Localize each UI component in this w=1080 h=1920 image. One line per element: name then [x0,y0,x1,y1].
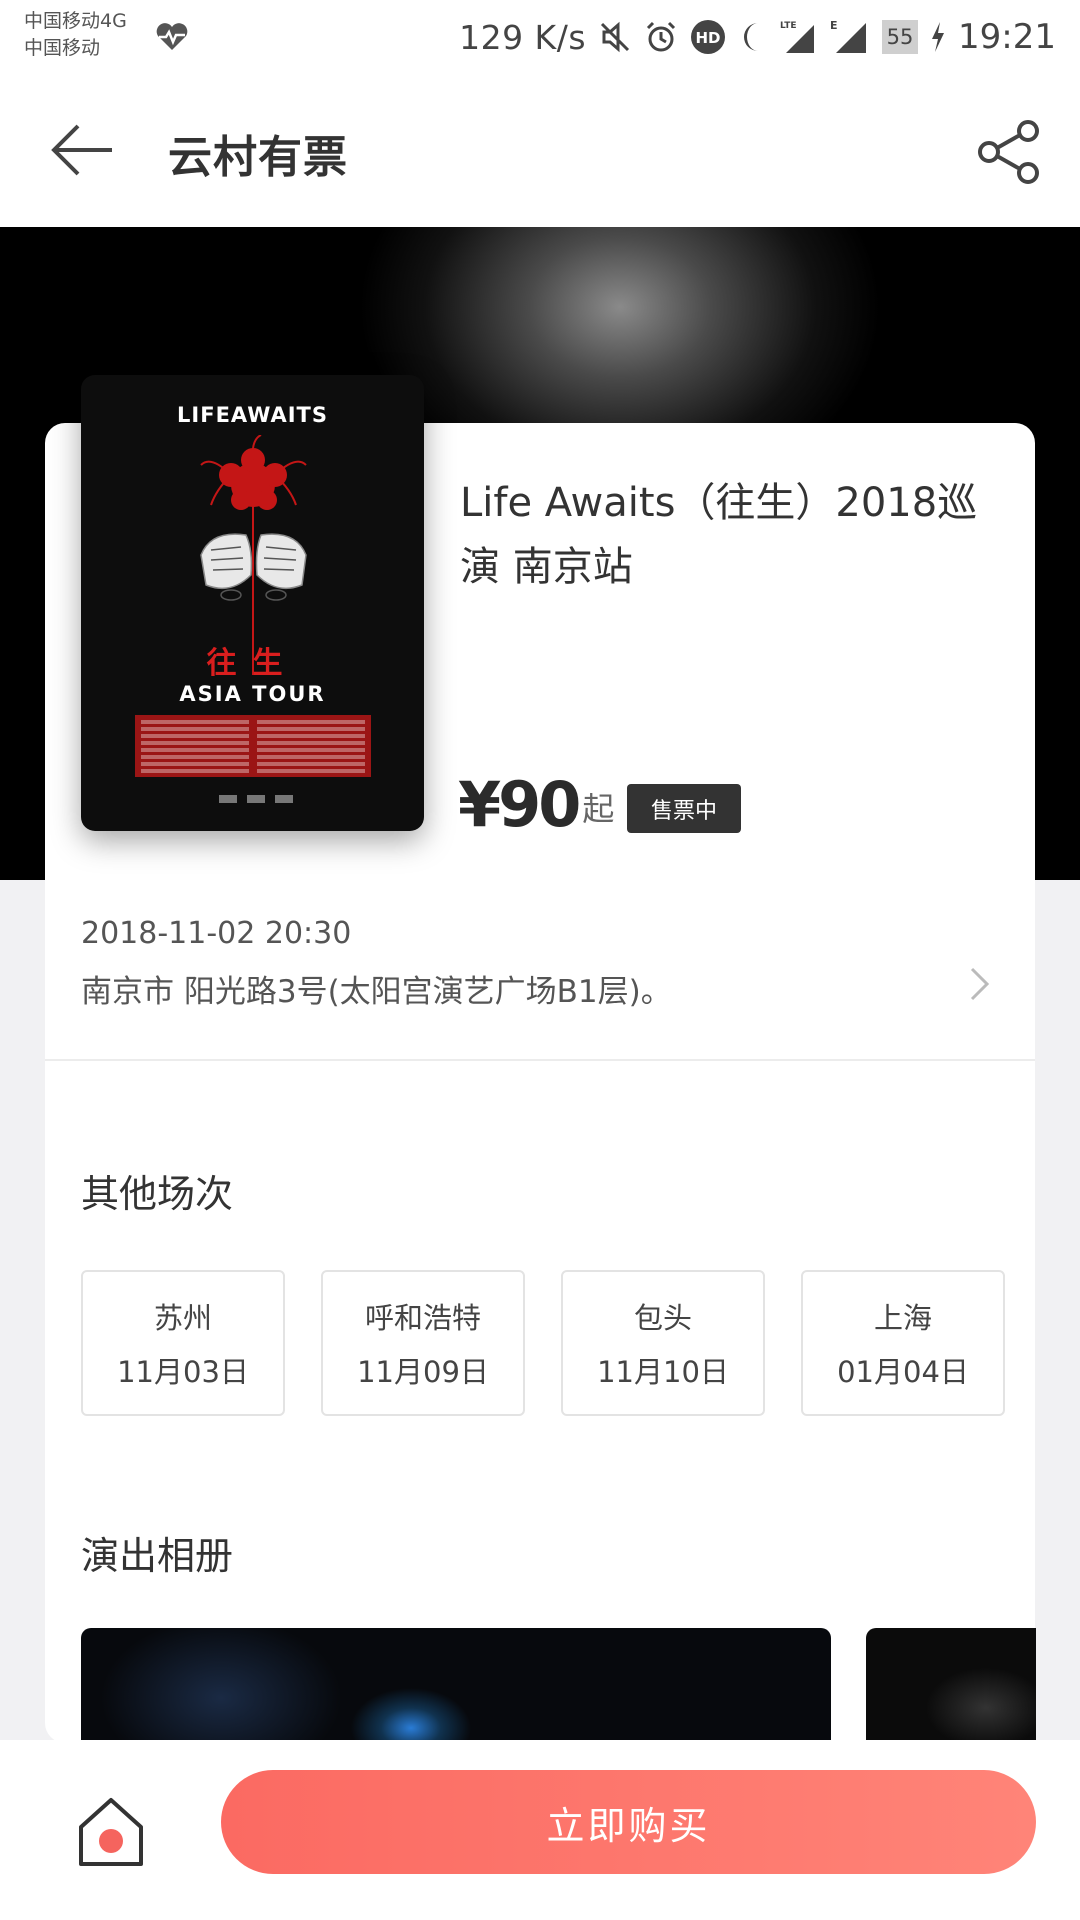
poster-sponsor-logos [201,795,311,805]
share-icon[interactable] [976,119,1042,185]
heart-pulse-icon [156,23,188,50]
session-date: 01月04日 [837,1355,969,1389]
poster-tour-dates [135,715,371,777]
session-date: 11月09日 [357,1355,489,1389]
moon-icon [744,23,759,51]
mute-icon [600,21,630,53]
bottom-bar: 立即购买 [0,1740,1080,1920]
carrier-info: 中国移动4G 中国移动 [24,8,127,62]
app-header: 云村有票 [0,75,1080,227]
album-title: 演出相册 [81,1534,234,1578]
session-date: 11月03日 [117,1355,249,1389]
charging-icon [932,22,945,52]
session-city: 上海 [873,1301,932,1335]
status-badge: 售票中 [627,784,741,833]
session-item[interactable]: 呼和浩特 11月09日 [321,1270,525,1416]
event-poster[interactable]: LIFEAWAITS 往生 ASIA TOUR [81,375,424,831]
price-block: ¥90 起 [458,770,614,840]
home-icon[interactable] [78,1797,144,1867]
clock: 19:21 [958,17,1056,57]
price: ¥90 [458,768,581,841]
lte-signal-icon: LTE [780,21,815,53]
svg-text:E: E [830,19,838,32]
poster-chinese-title: 往生 [206,646,299,681]
carrier-line2: 中国移动 [24,37,101,59]
event-datetime: 2018-11-02 20:30 [81,916,352,951]
venue-info-row[interactable]: 2018-11-02 20:30 南京市 阳光路3号(太阳宫演艺广场B1层)。 [45,900,1035,1060]
price-suffix: 起 [582,790,615,828]
session-item[interactable]: 苏州 11月03日 [81,1270,285,1416]
divider [45,1059,1035,1061]
event-title: Life Awaits（往生）2018巡演 南京站 [460,480,978,590]
chevron-right-icon [970,967,990,1001]
session-city: 包头 [633,1301,692,1335]
album-photo[interactable] [866,1628,1036,1748]
carrier-line1: 中国移动4G [24,10,127,32]
buy-now-button[interactable]: 立即购买 [221,1770,1036,1874]
network-speed: 129 K/s [459,17,587,57]
poster-subtitle: ASIA TOUR [179,682,326,706]
battery-level: 55 [886,25,914,49]
other-sessions-title: 其他场次 [81,1172,234,1216]
status-icons: 129 K/s HD LTE E 55 19:21 [459,14,1056,60]
session-city: 苏州 [153,1301,212,1335]
back-arrow-icon[interactable] [48,120,118,180]
page-title: 云村有票 [168,132,348,183]
poster-title: LIFEAWAITS [177,403,328,427]
e-signal-icon: E [830,19,867,53]
svg-text:HD: HD [696,29,721,47]
alarm-icon [646,21,676,52]
session-item[interactable]: 包头 11月10日 [561,1270,765,1416]
svg-text:LTE: LTE [780,21,797,31]
session-date: 11月10日 [597,1355,729,1389]
album-photo[interactable] [81,1628,831,1748]
status-bar: 中国移动4G 中国移动 129 K/s HD LTE E 55 19:21 [0,0,1080,75]
battery-icon: 55 [882,20,919,54]
hd-icon: HD [691,20,726,54]
session-item[interactable]: 上海 01月04日 [801,1270,1005,1416]
event-address: 南京市 阳光路3号(太阳宫演艺广场B1层)。 [81,974,672,1010]
session-city: 呼和浩特 [364,1301,481,1335]
sessions-list: 苏州 11月03日 呼和浩特 11月09日 包头 11月10日 上海 01月04… [81,1270,1005,1416]
